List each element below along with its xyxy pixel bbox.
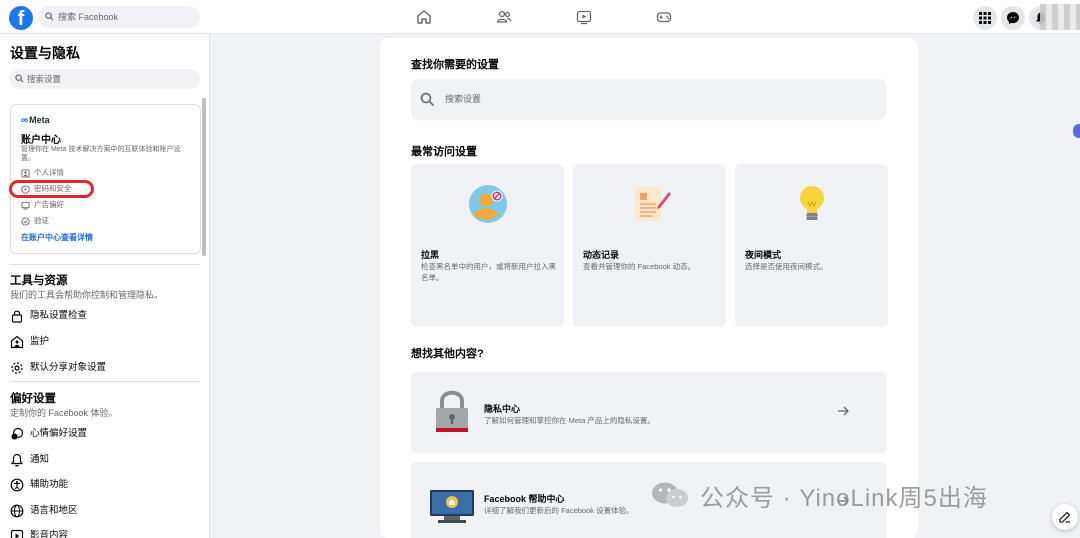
preferences-section-description: 定制你的 Facebook 体验。 <box>10 408 118 418</box>
edit-icon <box>1059 511 1071 523</box>
accessibility-icon <box>10 478 24 492</box>
lightbulb-icon <box>800 186 824 220</box>
main-settings-panel: 查找你需要的设置 搜索设置 最常访问设置 拉黑 检查黑名单中的用户，或将新用户拉… <box>380 38 918 538</box>
tile-description: 查看并管理你的 Facebook 动态。 <box>583 262 696 271</box>
bell-icon <box>10 453 24 467</box>
gear-icon <box>11 362 23 374</box>
settings-search-input[interactable]: 搜索设置 <box>9 69 200 89</box>
divider <box>10 381 200 382</box>
help-monitor-icon <box>430 490 474 523</box>
watermark-text: 公众号 · YinoLink周5出海 <box>700 485 988 512</box>
globe-icon <box>10 504 24 518</box>
new-message-button[interactable] <box>1052 504 1078 530</box>
sidebar-item-accessibility[interactable]: 辅助功能 <box>10 477 68 493</box>
friends-icon[interactable] <box>496 9 512 25</box>
divider <box>10 264 200 265</box>
account-center-card[interactable]: ∞Meta 账户中心 管理你在 Meta 技术解决方案中的互联体验和账户设置。 … <box>10 104 201 254</box>
sidebar-item-default-audience[interactable]: 默认分享对象设置 <box>10 360 106 376</box>
facebook-search-input[interactable]: 搜索 Facebook <box>38 6 200 28</box>
side-handle[interactable] <box>1073 124 1080 138</box>
lock-icon <box>11 310 23 323</box>
grid-menu-icon <box>979 12 991 24</box>
page-title: 设置与隐私 <box>10 45 80 61</box>
sidebar-item-media[interactable]: 影音内容 <box>10 528 68 538</box>
supervision-icon <box>10 335 24 349</box>
check-circle-icon <box>21 217 30 226</box>
tile-block[interactable]: 拉黑 检查黑名单中的用户，或将新用户拉入黑名单。 <box>411 164 564 327</box>
find-settings-title: 查找你需要的设置 <box>411 59 499 71</box>
facebook-logo[interactable]: f <box>9 6 33 30</box>
main-search-input[interactable]: 搜索设置 <box>411 79 887 120</box>
person-card-icon <box>21 169 30 178</box>
top-navigation-bar: f 搜索 Facebook <box>0 0 1080 34</box>
meta-logo: ∞Meta <box>21 115 50 126</box>
gaming-icon[interactable] <box>656 9 672 25</box>
reaction-icon <box>11 427 24 440</box>
account-center-description: 管理你在 Meta 技术解决方案中的互联体验和账户设置。 <box>21 146 181 162</box>
privacy-center-row[interactable]: 隐私中心 了解如何管理和掌控你在 Meta 产品上的隐私设置。 <box>411 372 887 453</box>
messenger-button[interactable] <box>1001 6 1025 30</box>
menu-button[interactable] <box>973 6 997 30</box>
sidebar-item-notifications[interactable]: 通知 <box>10 452 49 468</box>
highlight-annotation <box>9 180 94 198</box>
preferences-section-title: 偏好设置 <box>10 393 56 405</box>
search-placeholder: 搜索 Facebook <box>58 12 119 22</box>
avatar[interactable] <box>1040 4 1080 30</box>
row-title: Facebook 帮助中心 <box>484 494 565 504</box>
tools-section-description: 我们的工具会帮助你控制和管理隐私。 <box>10 290 164 300</box>
tile-description: 选择是否使用夜间模式。 <box>745 262 828 271</box>
search-placeholder: 搜索设置 <box>445 94 482 104</box>
sidebar-item-language-region[interactable]: 语言和地区 <box>10 503 78 519</box>
tile-activity-log[interactable]: 动态记录 查看并管理你的 Facebook 动态。 <box>573 164 726 327</box>
monitor-icon <box>21 201 30 210</box>
sidebar-scrollbar[interactable] <box>202 98 206 256</box>
media-icon <box>10 529 24 538</box>
more-content-title: 想找其他内容? <box>411 348 484 360</box>
account-item-verification[interactable]: 验证 <box>21 215 49 227</box>
activity-log-icon <box>635 187 671 221</box>
home-icon[interactable] <box>416 9 432 25</box>
messenger-icon <box>1007 12 1019 24</box>
tools-section-title: 工具与资源 <box>10 275 68 287</box>
meta-infinity-icon: ∞ <box>21 115 29 126</box>
row-title: 隐私中心 <box>484 404 521 414</box>
row-description: 详细了解我们更新后的 Facebook 设置体验。 <box>484 506 634 515</box>
account-center-link[interactable]: 在账户中心查看详情 <box>21 232 93 243</box>
padlock-icon <box>436 390 468 432</box>
account-center-title: 账户中心 <box>21 135 61 146</box>
search-placeholder: 搜索设置 <box>27 74 62 84</box>
sidebar-item-reaction-preferences[interactable]: 心情偏好设置 <box>10 426 87 442</box>
tile-title: 动态记录 <box>583 250 620 260</box>
search-icon <box>420 92 435 107</box>
block-user-icon <box>469 185 507 223</box>
video-icon[interactable] <box>576 9 592 25</box>
search-icon <box>45 12 54 21</box>
tile-dark-mode[interactable]: 夜间模式 选择是否使用夜间模式。 <box>735 164 888 327</box>
tile-description: 检查黑名单中的用户，或将新用户拉入黑名单。 <box>421 262 556 282</box>
tile-title: 夜间模式 <box>745 250 782 260</box>
settings-sidebar: 设置与隐私 搜索设置 ∞Meta 账户中心 管理你在 Meta 技术解决方案中的… <box>0 34 210 538</box>
arrow-right-icon <box>838 406 849 416</box>
sidebar-item-supervision[interactable]: 监护 <box>10 334 49 350</box>
frequent-settings-title: 最常访问设置 <box>411 146 477 158</box>
wechat-icon <box>652 482 688 507</box>
search-icon <box>15 74 24 83</box>
account-item-ad-preferences[interactable]: 广告偏好 <box>21 199 64 211</box>
row-description: 了解如何管理和掌控你在 Meta 产品上的隐私设置。 <box>484 416 655 425</box>
tile-title: 拉黑 <box>421 250 440 260</box>
sidebar-item-privacy-checkup[interactable]: 隐私设置检查 <box>10 308 87 324</box>
account-item-personal-details[interactable]: 个人详情 <box>21 167 64 179</box>
